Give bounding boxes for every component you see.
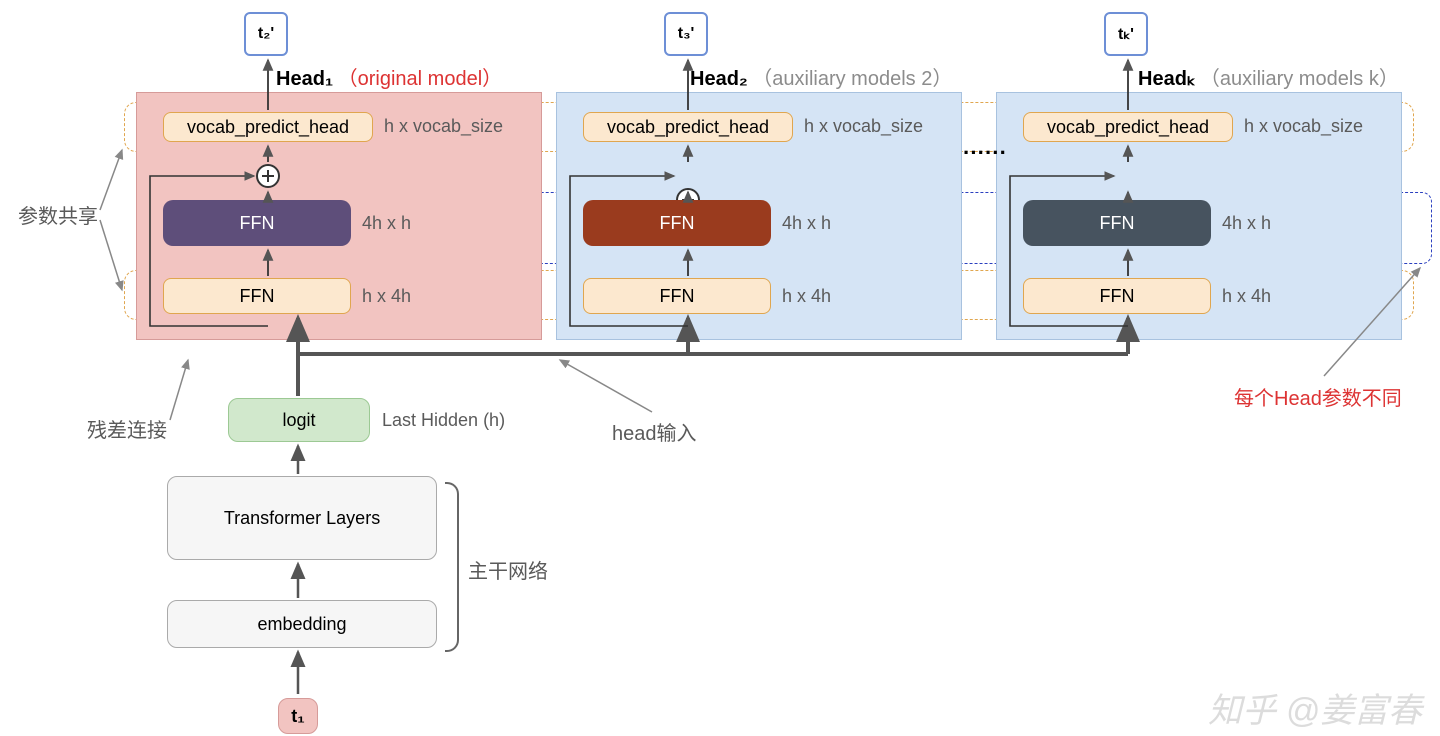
head1-vph-dim: h x vocab_size <box>384 116 503 137</box>
residual-label: 残差连接 <box>87 414 167 443</box>
output-t3-label: t₃' <box>678 25 695 43</box>
head1-vph: vocab_predict_head <box>163 112 373 142</box>
backbone-brace <box>445 482 459 652</box>
headk-ffn-up-dim: 4h x h <box>1222 213 1271 234</box>
input-token: t₁ <box>278 698 318 734</box>
head-uniq-label: 每个Head参数不同 <box>1234 382 1402 411</box>
headk-title: Headₖ <box>1138 68 1195 90</box>
head1-ffn-down: FFN <box>163 278 351 314</box>
headk-ffn-down-dim: h x 4h <box>1222 286 1271 307</box>
head2-title: Head₂ <box>690 68 748 90</box>
head2-ffn-down-dim: h x 4h <box>782 286 831 307</box>
output-t2-label: t₂' <box>258 25 274 43</box>
transformer-label: Transformer Layers <box>224 508 380 529</box>
head1-sub: （original model） <box>338 68 503 90</box>
param-share-label: 参数共享 <box>18 200 98 229</box>
output-t2: t₂' <box>244 12 288 56</box>
output-tk: tₖ' <box>1104 12 1148 56</box>
head2-vph-dim: h x vocab_size <box>804 116 923 137</box>
head2-sub: （auxiliary models 2） <box>752 68 952 90</box>
headk-ffn-down: FFN <box>1023 278 1211 314</box>
embedding-block: embedding <box>167 600 437 648</box>
head1-ffn-up-dim: 4h x h <box>362 213 411 234</box>
headk-sub: （auxiliary models k） <box>1200 68 1399 90</box>
ffn-label2: FFN <box>240 286 275 307</box>
head2-ffn-up-dim: 4h x h <box>782 213 831 234</box>
backbone-label: 主干网络 <box>468 555 548 584</box>
headk-vph: vocab_predict_head <box>1023 112 1233 142</box>
input-token-label: t₁ <box>291 706 304 727</box>
logit-dim: Last Hidden (h) <box>382 410 505 431</box>
head1-ffn-up: FFN <box>163 200 351 246</box>
head2-vph: vocab_predict_head <box>583 112 793 142</box>
output-tk-label: tₖ' <box>1118 24 1134 44</box>
head1-plus-icon <box>256 164 280 188</box>
logit-label: logit <box>282 410 315 431</box>
headk-ffn-up: FFN <box>1023 200 1211 246</box>
head2-ffn-up: FFN <box>583 200 771 246</box>
embedding-label: embedding <box>257 614 346 635</box>
head-input-label: head输入 <box>612 417 697 446</box>
transformer-block: Transformer Layers <box>167 476 437 560</box>
headk-vph-dim: h x vocab_size <box>1244 116 1363 137</box>
vph-label: vocab_predict_head <box>187 117 349 138</box>
output-t3: t₃' <box>664 12 708 56</box>
watermark: 知乎 @姜富春 <box>1208 683 1422 732</box>
head1-ffn-down-dim: h x 4h <box>362 286 411 307</box>
logit-block: logit <box>228 398 370 442</box>
head2-ffn-down: FFN <box>583 278 771 314</box>
ffn-label: FFN <box>240 213 275 234</box>
ellipsis: ······ <box>963 140 1007 166</box>
head1-title: Head₁ <box>276 68 333 90</box>
